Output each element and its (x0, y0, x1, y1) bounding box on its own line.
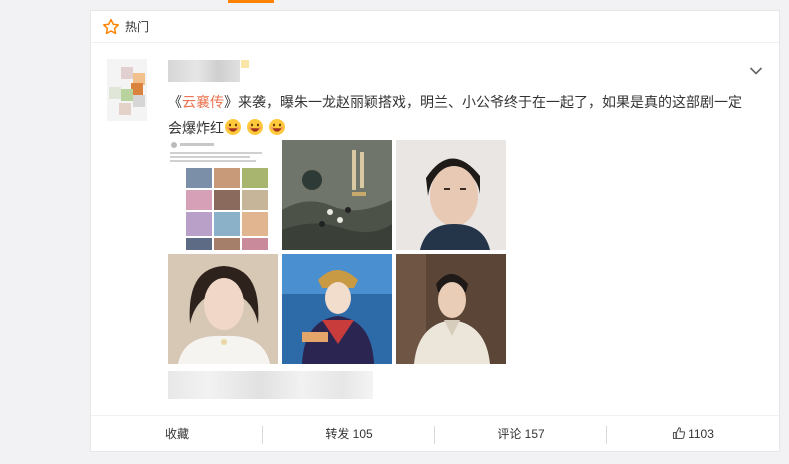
actress-portrait-image[interactable] (168, 254, 278, 364)
costume-actor-image[interactable] (396, 254, 506, 364)
costume-image[interactable] (282, 254, 392, 364)
quote-close: 》 (224, 94, 238, 110)
repost-label: 转发 105 (325, 427, 373, 441)
grin-icon (269, 119, 285, 135)
grin-icon (225, 119, 241, 135)
verified-badge (241, 60, 249, 68)
avatar[interactable] (107, 59, 147, 121)
username-redacted[interactable] (168, 60, 240, 82)
like-button[interactable]: 1103 (607, 416, 779, 454)
like-count: 1103 (688, 427, 714, 441)
top-tab-accent (228, 0, 274, 3)
post-text: 《云襄传》来袭，曝朱一龙赵丽颖搭戏，明兰、小公爷终于在一起了，如果是真的这部剧一… (168, 89, 748, 141)
grin-icon (247, 119, 263, 135)
chevron-down-icon[interactable] (749, 66, 763, 76)
action-bar: 收藏 转发 105 评论 157 1103 (91, 415, 779, 453)
hot-header: 热门 (91, 11, 779, 43)
image-grid (168, 140, 506, 364)
collage-image[interactable] (168, 140, 278, 250)
favorite-button[interactable]: 收藏 (91, 416, 263, 454)
actor-portrait-image[interactable] (396, 140, 506, 250)
quote-open: 《 (168, 94, 182, 110)
thumbs-up-icon (673, 427, 686, 440)
hot-label: 热门 (125, 20, 150, 34)
poster-image[interactable] (282, 140, 392, 250)
star-outline-icon (103, 18, 119, 35)
favorite-label: 收藏 (164, 427, 189, 441)
weibo-post-card: 热门 《云襄传》来袭，曝朱一龙赵丽颖搭戏，明兰、小公爷终于在一起了，如果是真的这… (90, 10, 780, 452)
topic-link[interactable]: 云襄传 (182, 94, 224, 110)
redacted-content (168, 371, 373, 399)
repost-button[interactable]: 转发 105 (263, 416, 435, 454)
comment-button[interactable]: 评论 157 (435, 416, 607, 454)
comment-label: 评论 157 (497, 427, 545, 441)
